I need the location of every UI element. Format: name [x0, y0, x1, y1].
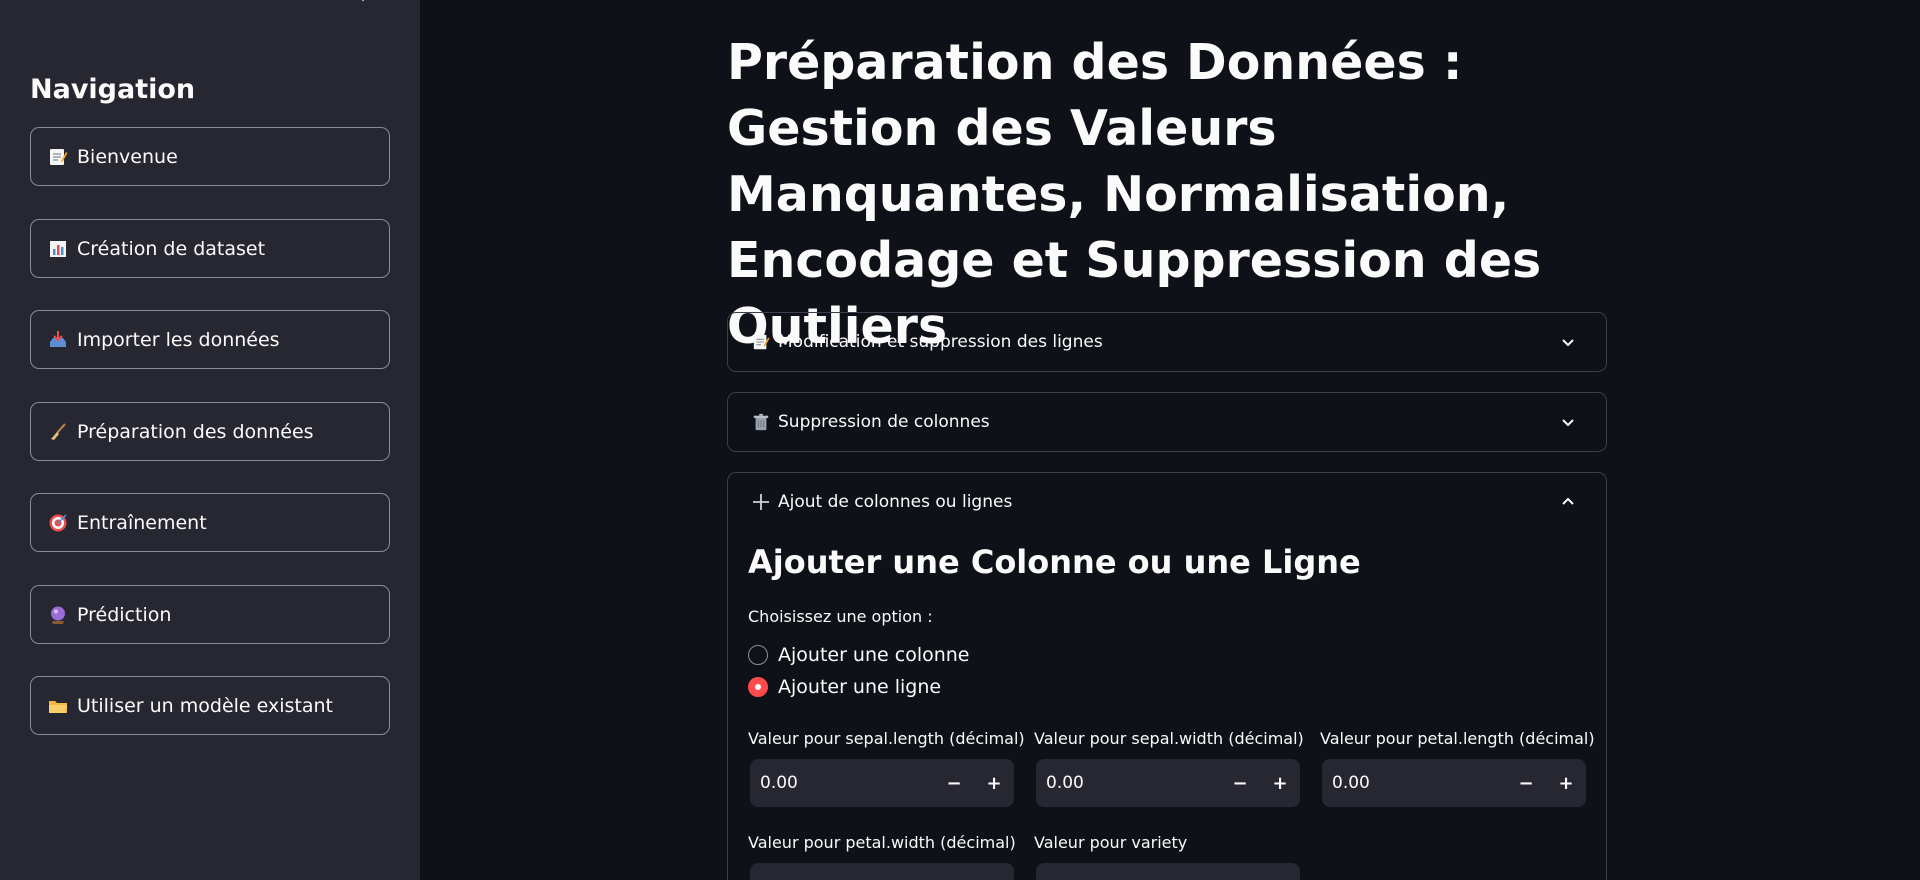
memo-icon [45, 146, 71, 168]
expander-label: Ajout de colonnes ou lignes [778, 492, 1013, 512]
increment-button[interactable]: + [1260, 759, 1300, 807]
field-label-sepal-length: Valeur pour sepal.length (décimal) [748, 729, 1025, 748]
field-label-sepal-width: Valeur pour sepal.width (décimal) [1034, 729, 1304, 748]
nav-button-prediction[interactable]: Prédiction [30, 585, 390, 644]
decrement-button[interactable]: − [1220, 759, 1260, 807]
nav-button-label: Création de dataset [77, 237, 266, 260]
decrement-button[interactable]: − [934, 759, 974, 807]
sepal-width-field[interactable] [1036, 773, 1216, 793]
sepal-length-field[interactable] [750, 773, 930, 793]
sidebar: Navigation Bienvenue Création de dataset… [0, 0, 420, 880]
sepal-length-input: − + [750, 759, 1014, 807]
memo-icon [750, 332, 772, 352]
decrement-button[interactable]: − [1506, 759, 1546, 807]
nav-title: Navigation [30, 74, 196, 105]
field-label-petal-width: Valeur pour petal.width (décimal) [748, 833, 1016, 852]
increment-button[interactable]: + [1546, 759, 1586, 807]
expander-header[interactable]: Ajout de colonnes ou lignes [728, 473, 1606, 531]
radio-ajouter-ligne[interactable]: Ajouter une ligne [748, 676, 941, 698]
radio-label: Ajouter une ligne [778, 676, 942, 698]
expander-header[interactable]: Modification et suppression des lignes [728, 313, 1606, 371]
field-label-variety: Valeur pour variety [1034, 833, 1188, 852]
radio-circle[interactable] [748, 645, 768, 665]
plus-icon [750, 492, 772, 512]
folder-icon [45, 695, 71, 717]
nav-button-label: Bienvenue [77, 145, 178, 168]
chevron-down-icon [1562, 339, 1574, 347]
increment-button[interactable]: + [974, 759, 1014, 807]
expander-label: Modification et suppression des lignes [778, 332, 1103, 352]
petal-length-field[interactable] [1322, 773, 1502, 793]
nav-button-utiliser-modele[interactable]: Utiliser un modèle existant [30, 676, 390, 735]
sepal-width-input: − + [1036, 759, 1300, 807]
page-title: Préparation des Données : Gestion des Va… [727, 34, 1542, 355]
nav-button-label: Entraînement [77, 511, 207, 534]
petal-length-input: − + [1322, 759, 1586, 807]
expander-header[interactable]: Suppression de colonnes [728, 393, 1606, 451]
section-title: Ajouter une Colonne ou une Ligne [748, 543, 1361, 581]
crystal-ball-icon [45, 604, 71, 626]
option-label: Choisissez une option : [748, 607, 933, 626]
radio-label: Ajouter une colonne [778, 644, 970, 666]
radio-circle-selected[interactable] [748, 677, 768, 697]
toolbar-menu-icon[interactable] [1770, 0, 1788, 6]
nav-button-bienvenue[interactable]: Bienvenue [30, 127, 390, 186]
nav-button-label: Préparation des données [77, 420, 314, 443]
bar-chart-icon [45, 238, 71, 260]
expander-modification-lignes: Modification et suppression des lignes [727, 312, 1607, 372]
expander-ajout-colonnes-lignes: Ajout de colonnes ou lignes Ajouter une … [727, 472, 1607, 880]
wastebasket-icon [750, 412, 772, 432]
field-label-petal-length: Valeur pour petal.length (décimal) [1320, 729, 1595, 748]
nav-button-entrainement[interactable]: Entraînement [30, 493, 390, 552]
expander-label: Suppression de colonnes [778, 412, 990, 432]
nav-button-creation-dataset[interactable]: Création de dataset [30, 219, 390, 278]
inbox-tray-icon [45, 329, 71, 351]
nav-button-label: Utiliser un modèle existant [77, 694, 334, 717]
variety-input[interactable] [1036, 863, 1300, 880]
nav-button-label: Prédiction [77, 603, 172, 626]
chevron-down-icon [1562, 419, 1574, 427]
chevron-up-icon [1562, 497, 1574, 505]
petal-width-input[interactable] [750, 863, 1014, 880]
broom-icon [45, 421, 71, 443]
target-icon [45, 512, 71, 534]
radio-ajouter-colonne[interactable]: Ajouter une colonne [748, 644, 970, 666]
nav-button-importer[interactable]: Importer les données [30, 310, 390, 369]
expander-suppression-colonnes: Suppression de colonnes [727, 392, 1607, 452]
nav-button-preparation[interactable]: Préparation des données [30, 402, 390, 461]
sidebar-collapse-icon[interactable] [355, 0, 371, 8]
nav-button-label: Importer les données [77, 328, 280, 351]
